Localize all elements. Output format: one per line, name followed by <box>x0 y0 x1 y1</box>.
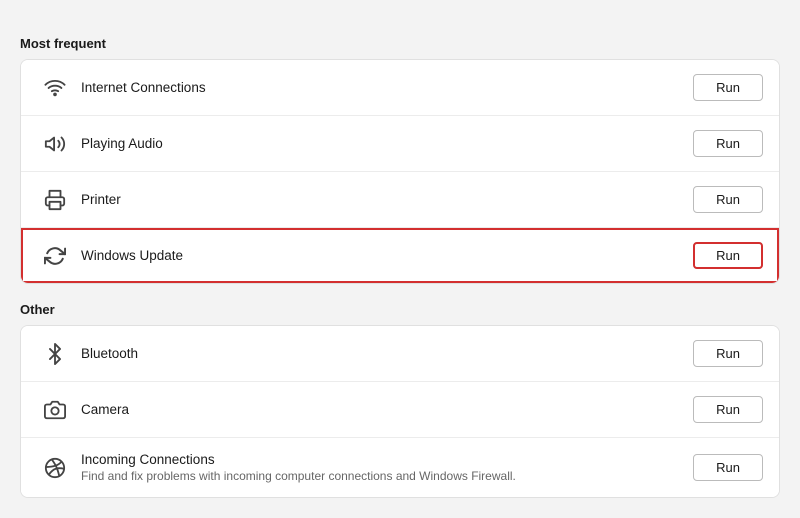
audio-icon <box>37 133 73 155</box>
card-list-0: Internet ConnectionsRunPlaying AudioRunP… <box>20 59 780 284</box>
item-title-internet-connections: Internet Connections <box>81 80 693 95</box>
section-label-0: Most frequent <box>20 36 780 51</box>
item-title-windows-update: Windows Update <box>81 248 693 263</box>
item-title-playing-audio: Playing Audio <box>81 136 693 151</box>
row-bluetooth: BluetoothRun <box>21 326 779 382</box>
card-list-1: BluetoothRunCameraRunIncoming Connection… <box>20 325 780 498</box>
item-info-playing-audio: Playing Audio <box>73 136 693 151</box>
content-area: Most frequentInternet ConnectionsRunPlay… <box>0 20 800 518</box>
item-info-camera: Camera <box>73 402 693 417</box>
row-playing-audio: Playing AudioRun <box>21 116 779 172</box>
run-button-camera[interactable]: Run <box>693 396 763 423</box>
run-button-windows-update[interactable]: Run <box>693 242 763 269</box>
row-printer: PrinterRun <box>21 172 779 228</box>
section-0: Most frequentInternet ConnectionsRunPlay… <box>20 36 780 284</box>
row-windows-update: Windows UpdateRun <box>21 228 779 283</box>
run-button-bluetooth[interactable]: Run <box>693 340 763 367</box>
page: Most frequentInternet ConnectionsRunPlay… <box>0 0 800 518</box>
breadcrumb <box>0 0 800 20</box>
item-info-internet-connections: Internet Connections <box>73 80 693 95</box>
section-1: OtherBluetoothRunCameraRunIncoming Conne… <box>20 302 780 498</box>
item-title-printer: Printer <box>81 192 693 207</box>
section-label-1: Other <box>20 302 780 317</box>
item-info-printer: Printer <box>73 192 693 207</box>
row-incoming-connections: Incoming Connections Find and fix problem… <box>21 438 779 497</box>
item-info-incoming-connections: Incoming Connections Find and fix problem… <box>73 452 693 483</box>
printer-icon <box>37 189 73 211</box>
run-button-playing-audio[interactable]: Run <box>693 130 763 157</box>
run-button-incoming-connections[interactable]: Run <box>693 454 763 481</box>
run-button-internet-connections[interactable]: Run <box>693 74 763 101</box>
row-camera: CameraRun <box>21 382 779 438</box>
run-button-printer[interactable]: Run <box>693 186 763 213</box>
row-internet-connections: Internet ConnectionsRun <box>21 60 779 116</box>
item-info-windows-update: Windows Update <box>73 248 693 263</box>
incoming-icon <box>37 457 73 479</box>
item-desc-incoming-connections: Find and fix problems with incoming comp… <box>81 469 693 483</box>
bluetooth-icon <box>37 343 73 365</box>
camera-icon <box>37 399 73 421</box>
item-info-bluetooth: Bluetooth <box>73 346 693 361</box>
item-title-camera: Camera <box>81 402 693 417</box>
wifi-icon <box>37 77 73 99</box>
item-title-incoming-connections: Incoming Connections <box>81 452 693 467</box>
item-title-bluetooth: Bluetooth <box>81 346 693 361</box>
update-icon <box>37 245 73 267</box>
